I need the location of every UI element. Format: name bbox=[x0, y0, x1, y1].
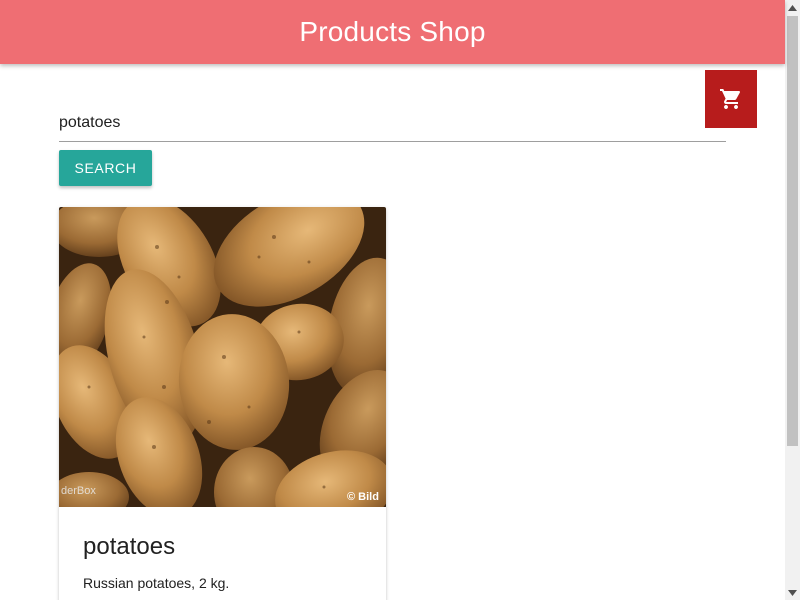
page: Products Shop SEARCH bbox=[0, 0, 800, 600]
search-button[interactable]: SEARCH bbox=[59, 150, 152, 186]
search-input[interactable] bbox=[59, 104, 726, 142]
app-header: Products Shop bbox=[0, 0, 785, 64]
vertical-scrollbar[interactable] bbox=[785, 0, 800, 600]
app-title: Products Shop bbox=[299, 15, 486, 47]
product-card: derBox © Bild potatoes Russian potatoes,… bbox=[59, 207, 386, 600]
scrollbar-thumb[interactable] bbox=[787, 16, 798, 446]
product-image: derBox © Bild bbox=[59, 207, 386, 507]
product-card-content: potatoes Russian potatoes, 2 kg. bbox=[83, 531, 362, 593]
product-title: potatoes bbox=[83, 533, 176, 560]
cart-button[interactable] bbox=[705, 70, 757, 128]
product-description: Russian potatoes, 2 kg. bbox=[83, 575, 230, 591]
scroll-up-arrow-icon[interactable] bbox=[785, 0, 800, 15]
image-watermark-left: derBox bbox=[61, 485, 96, 497]
scroll-down-arrow-icon[interactable] bbox=[785, 585, 800, 600]
image-watermark-right: © Bild bbox=[347, 491, 379, 503]
shopping-cart-icon bbox=[719, 87, 743, 111]
